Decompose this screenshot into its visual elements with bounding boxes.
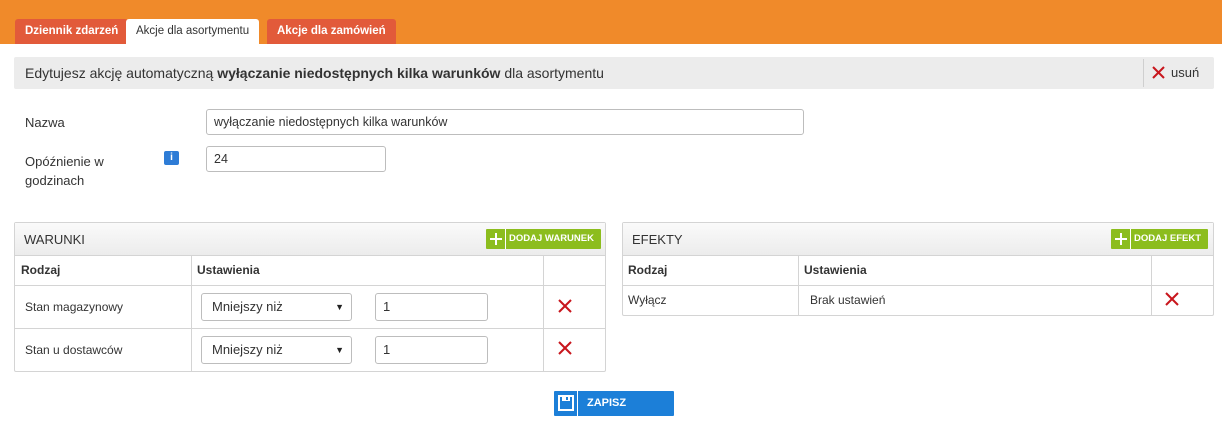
tab-order-actions[interactable]: Akcje dla zamówień	[267, 19, 396, 44]
condition-operator-select[interactable]: Mniejszy niż ▼	[201, 293, 352, 321]
page-header: Edytujesz akcję automatyczną wyłączanie …	[14, 57, 1214, 89]
delay-label: Opóźnienie w godzinach	[25, 152, 104, 190]
plus-icon	[486, 229, 506, 249]
select-value: Mniejszy niż	[212, 299, 283, 314]
delay-label-line1: Opóźnienie w	[25, 154, 104, 169]
column-divider	[191, 256, 192, 372]
delete-label: usuń	[1171, 65, 1200, 80]
save-button[interactable]: ZAPISZ	[554, 391, 674, 416]
dropdown-arrow-icon: ▼	[335, 345, 344, 355]
tab-event-log[interactable]: Dziennik zdarzeń	[15, 19, 129, 44]
condition-value-input[interactable]: 1	[375, 293, 488, 321]
tab-product-actions[interactable]: Akcje dla asortymentu	[126, 19, 260, 44]
add-condition-label: DODAJ WARUNEK	[509, 233, 594, 244]
effects-panel-header: EFEKTY DODAJ EFEKT	[623, 223, 1213, 256]
page-title: Edytujesz akcję automatyczną wyłączanie …	[25, 57, 604, 89]
add-condition-button[interactable]: DODAJ WARUNEK	[486, 229, 601, 249]
save-label: ZAPISZ	[587, 397, 627, 409]
header-divider	[1143, 59, 1144, 87]
column-divider	[543, 256, 544, 372]
delay-input[interactable]: 24	[206, 146, 386, 172]
column-divider	[798, 256, 799, 316]
effects-title: EFEKTY	[632, 232, 683, 247]
conditions-col-settings: Ustawienia	[197, 263, 260, 277]
delete-button[interactable]: usuń	[1152, 57, 1199, 89]
add-effect-button[interactable]: DODAJ EFEKT	[1111, 229, 1209, 249]
conditions-panel-header: WARUNKI DODAJ WARUNEK	[15, 223, 605, 256]
effects-col-type: Rodzaj	[628, 263, 668, 277]
title-suffix: dla asortymentu	[504, 65, 604, 81]
remove-condition-icon[interactable]	[557, 340, 573, 356]
add-effect-label: DODAJ EFEKT	[1134, 233, 1202, 244]
save-icon-wrap	[554, 391, 578, 416]
condition-value-input[interactable]: 1	[375, 336, 488, 364]
remove-condition-icon[interactable]	[557, 298, 573, 314]
condition-type: Stan u dostawców	[25, 343, 123, 357]
condition-operator-select[interactable]: Mniejszy niż ▼	[201, 336, 352, 364]
column-divider	[1151, 256, 1152, 316]
conditions-panel: WARUNKI DODAJ WARUNEK Rodzaj Ustawienia …	[14, 222, 606, 372]
effect-settings: Brak ustawień	[810, 293, 886, 307]
name-input[interactable]: wyłączanie niedostępnych kilka warunków	[206, 109, 804, 135]
title-action-name: wyłączanie niedostępnych kilka warunków	[217, 65, 501, 81]
effect-type: Wyłącz	[628, 293, 667, 307]
row-divider	[15, 285, 605, 286]
info-icon[interactable]: i	[164, 151, 179, 165]
dropdown-arrow-icon: ▼	[335, 302, 344, 312]
conditions-title: WARUNKI	[24, 232, 85, 247]
effects-col-settings: Ustawienia	[804, 263, 867, 277]
select-value: Mniejszy niż	[212, 342, 283, 357]
name-label: Nazwa	[25, 115, 65, 130]
remove-effect-icon[interactable]	[1164, 291, 1180, 307]
title-prefix: Edytujesz akcję automatyczną	[25, 65, 214, 81]
row-divider	[15, 328, 605, 329]
delay-label-line2: godzinach	[25, 173, 85, 188]
plus-icon	[1111, 229, 1131, 249]
row-divider	[623, 285, 1213, 286]
conditions-col-type: Rodzaj	[21, 263, 61, 277]
effects-panel: EFEKTY DODAJ EFEKT Rodzaj Ustawienia Wył…	[622, 222, 1214, 316]
condition-type: Stan magazynowy	[25, 300, 124, 314]
floppy-disk-icon	[558, 395, 574, 411]
close-icon	[1152, 66, 1165, 79]
